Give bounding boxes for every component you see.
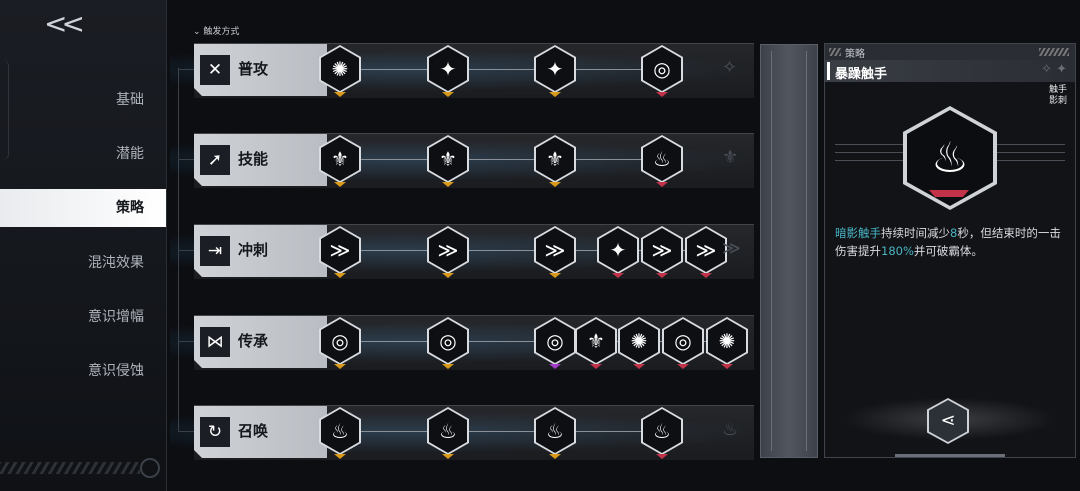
highlight-text: 暗影触手 [835,226,881,240]
strategy-node-icon: ✦ [599,228,637,272]
dash-runner-icon: ⇥ [200,236,230,266]
tree-branch [178,250,194,251]
strategy-node-icon: ✺ [708,319,746,363]
circuit-line [997,144,1065,145]
strategy-node-icon: ◎ [643,47,681,91]
strategy-node-icon: ⚜ [321,137,359,181]
rarity-mark [929,190,969,197]
tree-branch [178,159,194,160]
hatch-decoration [829,48,841,56]
category-label-2[interactable]: ⇥ 冲刺 [194,225,327,277]
category-name: 冲刺 [238,241,269,259]
strategy-node-icon: ⚜ [577,319,615,363]
nav-item-chaos-effect[interactable]: 混沌效果 [0,244,166,282]
strategy-detail-panel: 策略 暴躁触手 ✧ ✦ 触手影刺 ♨ 暗影触手持续时间减少8秒，但结束时的一击伤… [824,43,1076,458]
node-connector [340,159,641,160]
locked-node-ghost-icon: ✧ [722,57,738,78]
strategy-node-icon: ♨ [321,409,359,453]
nav-item-potential[interactable]: 潜能 [0,135,166,173]
category-label-3[interactable]: ⋈ 传承 [194,316,327,368]
back-button[interactable]: << [44,10,90,38]
detail-title-bar: 暴躁触手 ✧ ✦ [825,60,1075,82]
hatch-decoration [0,462,140,474]
trigger-mode-label: 触发方式 [203,27,240,37]
tree-branch [178,431,194,432]
detail-section-header: 策略 [825,44,1075,60]
category-name: 召唤 [238,422,269,440]
strategy-node-icon: ◎ [321,319,359,363]
highlight-text: 180% [881,244,914,258]
panel-bottom-bar [895,454,1005,457]
circuit-line [835,152,903,153]
share-icon: ⋖ [929,400,967,442]
strategy-node-icon: ♨ [643,409,681,453]
category-name: 技能 [238,150,269,168]
nav-item-consciousness-boost[interactable]: 意识增幅 [0,298,166,336]
strategy-node-icon: ≫ [321,228,359,272]
category-label-1[interactable]: ➚ 技能 [194,134,327,186]
tree-branch [178,69,194,70]
detail-title: 暴躁触手 [835,67,888,82]
circuit-line [835,144,903,145]
nav-item-consciousness-erosion[interactable]: 意识侵蚀 [0,352,166,390]
node-connector [340,69,641,70]
circuit-line [997,160,1065,161]
circuit-line [835,160,903,161]
center-pillar-decoration [760,44,818,458]
strategy-node-icon: ♨ [536,409,574,453]
share-button[interactable]: ⋖ [927,398,969,444]
category-name: 普攻 [238,60,269,78]
strategy-node-icon: ≫ [643,228,681,272]
left-navigation: << 基础 潜能 策略 混沌效果 意识增幅 意识侵蚀 [0,0,167,491]
strategy-node-icon: ♨ [429,409,467,453]
detail-description: 暗影触手持续时间减少8秒，但结束时的一击伤害提升180%并可破霸体。 [835,224,1069,260]
crossed-blades-icon: ✕ [200,55,230,85]
strategy-node-icon: ◎ [429,319,467,363]
node-connector [340,431,641,432]
locked-node-ghost-icon: ⚜ [722,147,739,168]
badge-icon[interactable] [140,458,160,478]
locked-node-ghost-icon: ♨ [722,419,739,440]
strategy-node-icon: ◎ [664,319,702,363]
category-name: 传承 [238,332,269,350]
dna-helix-icon: ⋈ [200,327,230,357]
strategy-node-icon: ≫ [536,228,574,272]
strategy-node-icon: ✺ [321,47,359,91]
summon-cycle-icon: ↻ [200,417,230,447]
strategy-node-icon: ✦ [429,47,467,91]
detail-tag: 触手影刺 [1048,85,1067,106]
tree-branch [178,341,194,342]
burst-arrow-icon: ➚ [200,145,230,175]
strategy-node-icon: ⚜ [429,137,467,181]
strategy-node-icon: ≫ [429,228,467,272]
category-label-0[interactable]: ✕ 普攻 [194,44,327,96]
description-text: 并可破霸体。 [913,244,983,258]
hatch-decoration [1039,48,1069,56]
strategy-node-icon: ≫ [687,228,725,272]
strategy-node-icon: ✺ [620,319,658,363]
chevron-down-icon: ⌄ [193,27,204,37]
circuit-line [997,152,1065,153]
description-text: 持续时间减少 [881,226,950,240]
nav-item-strategy[interactable]: 策略 [0,189,166,227]
strategy-node-icon: ✦ [536,47,574,91]
strategy-node-icon: ♨ [643,137,681,181]
trigger-mode-header[interactable]: ⌄ 触发方式 [193,24,239,37]
crossed-icons: ✧ ✦ [1041,62,1067,77]
category-label-4[interactable]: ↻ 召唤 [194,406,327,458]
title-accent-bar [827,62,830,80]
strategy-node-icon: ◎ [536,319,574,363]
share-area: ⋖ [825,394,1075,444]
strategy-node-icon: ⚜ [536,137,574,181]
nav-item-basic[interactable]: 基础 [0,81,166,119]
locked-node-ghost-icon: ≫ [722,238,741,259]
detail-section-label: 策略 [845,49,865,60]
